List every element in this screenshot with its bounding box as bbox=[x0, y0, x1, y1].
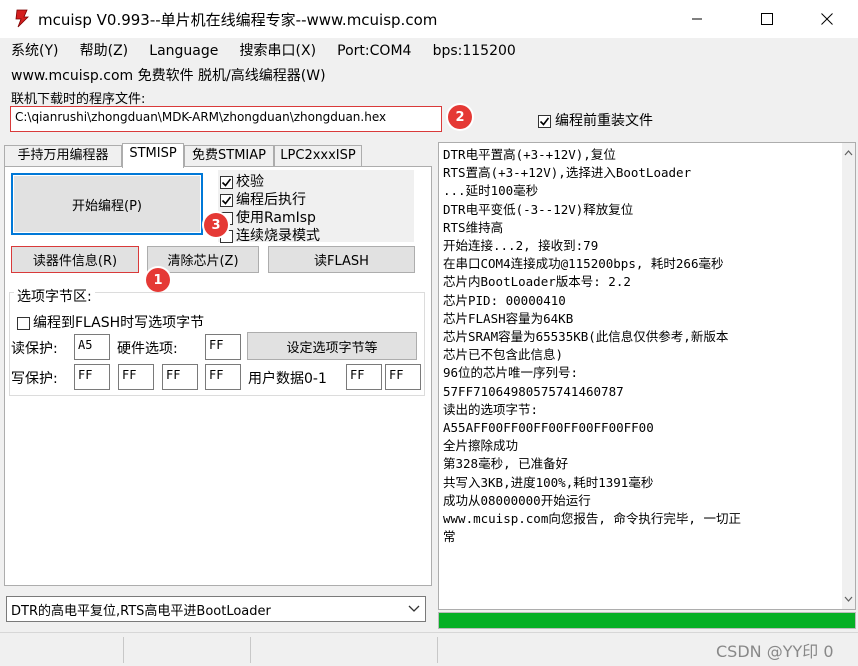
write-protect-field-1[interactable]: FF bbox=[118, 364, 154, 390]
option-run-after-program[interactable]: 编程后执行 bbox=[220, 189, 306, 209]
log-line: ...延时100毫秒 bbox=[443, 183, 539, 199]
status-separator bbox=[250, 637, 251, 663]
log-line: 读出的选项字节: bbox=[443, 401, 539, 417]
reload-checkbox[interactable] bbox=[538, 114, 551, 128]
maximize-button[interactable] bbox=[744, 0, 790, 38]
read-protect-label: 读保护: bbox=[11, 341, 58, 357]
ramisp-label: 使用RamIsp bbox=[236, 210, 316, 226]
reload-before-program-option[interactable]: 编程前重装文件 bbox=[538, 110, 653, 130]
scroll-up-icon[interactable] bbox=[842, 147, 855, 159]
option-continuous-mode[interactable]: 连续烧录模式 bbox=[220, 225, 320, 245]
log-line: RTS维持高 bbox=[443, 219, 504, 235]
log-line: 芯片FLASH容量为64KB bbox=[443, 310, 574, 326]
log-line: A55AFF00FF00FF00FF00FF00FF00 bbox=[443, 420, 654, 436]
log-line: www.mcuisp.com向您报告, 命令执行完毕, 一切正 bbox=[443, 511, 741, 527]
log-line: DTR电平变低(-3--12V)释放复位 bbox=[443, 201, 634, 217]
option-bytes-title: 选项字节区: bbox=[14, 286, 95, 306]
log-line: 芯片已不包含此信息) bbox=[443, 347, 564, 363]
maximize-icon bbox=[761, 13, 773, 25]
status-separator bbox=[437, 637, 438, 663]
read-protect-field[interactable]: A5 bbox=[74, 334, 110, 360]
verify-label: 校验 bbox=[236, 174, 264, 190]
log-line: 成功从08000000开始运行 bbox=[443, 492, 591, 508]
tab-stmisp[interactable]: STMISP bbox=[122, 143, 184, 168]
continuous-label: 连续烧录模式 bbox=[236, 228, 320, 244]
write-option-bytes-label: 编程到FLASH时写选项字节 bbox=[33, 315, 205, 331]
menu-system[interactable]: 系统(Y) bbox=[11, 40, 58, 62]
log-line: 芯片SRAM容量为65535KB(此信息仅供参考,新版本 bbox=[443, 329, 729, 345]
log-line: RTS置高(+3-+12V),选择进入BootLoader bbox=[443, 165, 692, 181]
read-device-info-button[interactable]: 读器件信息(R) bbox=[11, 246, 139, 273]
set-option-bytes-button[interactable]: 设定选项字节等 bbox=[247, 332, 417, 360]
option-use-ramisp[interactable]: 使用RamIsp bbox=[220, 207, 316, 227]
log-line: 芯片PID: 00000410 bbox=[443, 292, 566, 308]
log-line: 常 bbox=[443, 529, 456, 545]
user-data-label: 用户数据0-1 bbox=[248, 371, 327, 387]
log-line: 第328毫秒, 已准备好 bbox=[443, 456, 569, 472]
tab-handheld[interactable]: 手持万用编程器 bbox=[4, 145, 122, 167]
verify-checkbox[interactable] bbox=[220, 175, 233, 189]
start-program-button[interactable]: 开始编程(P) bbox=[11, 173, 203, 235]
menu-port[interactable]: Port:COM4 bbox=[337, 40, 411, 62]
option-verify[interactable]: 校验 bbox=[220, 171, 264, 191]
close-icon bbox=[821, 13, 833, 25]
minimize-button[interactable] bbox=[674, 0, 720, 38]
tab-lpc2xxx-isp[interactable]: LPC2xxxISP bbox=[274, 145, 362, 167]
log-scrollbar[interactable] bbox=[842, 143, 855, 609]
annotation-badge-2: 2 bbox=[448, 105, 472, 129]
progress-bar bbox=[438, 612, 856, 629]
menu-help[interactable]: 帮助(Z) bbox=[80, 40, 129, 62]
menu-language[interactable]: Language bbox=[149, 40, 218, 62]
progress-fill bbox=[439, 613, 855, 628]
hw-option-field[interactable]: FF bbox=[205, 334, 241, 360]
status-separator bbox=[123, 637, 124, 663]
write-protect-field-0[interactable]: FF bbox=[74, 364, 110, 390]
read-flash-button[interactable]: 读FLASH bbox=[268, 246, 415, 273]
mcuisp-app-icon bbox=[13, 8, 31, 28]
run-after-checkbox[interactable] bbox=[220, 193, 233, 207]
file-label: 联机下载时的程序文件: bbox=[11, 92, 146, 107]
log-line: 96位的芯片唯一序列号: bbox=[443, 365, 579, 381]
reset-mode-select[interactable]: DTR的高电平复位,RTS高电平进BootLoader bbox=[6, 596, 426, 622]
log-line: 在串口COM4连接成功@115200bps, 耗时266毫秒 bbox=[443, 256, 724, 272]
log-line: 全片擦除成功 bbox=[443, 438, 519, 454]
log-line: 芯片内BootLoader版本号: 2.2 bbox=[443, 274, 631, 290]
title-bar: mcuisp V0.993--单片机在线编程专家--www.mcuisp.com bbox=[0, 0, 858, 38]
menu-bps[interactable]: bps:115200 bbox=[433, 40, 516, 62]
menu-offline-programmer[interactable]: www.mcuisp.com 免费软件 脱机/高线编程器(W) bbox=[11, 65, 326, 85]
log-line: DTR电平置高(+3-+12V),复位 bbox=[443, 147, 616, 162]
reload-label: 编程前重装文件 bbox=[555, 113, 653, 129]
menu-search-port[interactable]: 搜索串口(X) bbox=[240, 40, 317, 62]
minimize-icon bbox=[692, 18, 702, 20]
write-protect-label: 写保护: bbox=[11, 371, 58, 387]
write-protect-field-3[interactable]: FF bbox=[205, 364, 241, 390]
user-data-field-0[interactable]: FF bbox=[346, 364, 382, 390]
write-protect-field-2[interactable]: FF bbox=[162, 364, 198, 390]
output-log[interactable]: DTR电平置高(+3-+12V),复位 RTS置高(+3-+12V),选择进入B… bbox=[438, 142, 856, 610]
scroll-down-icon[interactable] bbox=[842, 593, 855, 605]
annotation-badge-1: 1 bbox=[146, 268, 170, 292]
file-path-field[interactable]: C:\qianrushi\zhongduan\MDK-ARM\zhongduan… bbox=[10, 106, 442, 132]
log-line: 共写入3KB,进度100%,耗时1391毫秒 bbox=[443, 474, 654, 490]
user-data-field-1[interactable]: FF bbox=[385, 364, 421, 390]
reset-mode-value: DTR的高电平复位,RTS高电平进BootLoader bbox=[11, 604, 271, 619]
hw-option-label: 硬件选项: bbox=[117, 341, 178, 357]
log-line: 57FF71064980575741460787 bbox=[443, 383, 624, 399]
log-line: 开始连接...2, 接收到:79 bbox=[443, 238, 599, 254]
write-option-bytes-checkbox[interactable] bbox=[17, 316, 30, 330]
window-title: mcuisp V0.993--单片机在线编程专家--www.mcuisp.com bbox=[38, 11, 438, 29]
tab-free-stmiap[interactable]: 免费STMIAP bbox=[184, 145, 274, 167]
run-after-label: 编程后执行 bbox=[236, 192, 306, 208]
write-option-bytes-option[interactable]: 编程到FLASH时写选项字节 bbox=[17, 312, 204, 332]
chevron-down-icon[interactable] bbox=[404, 598, 424, 620]
close-button[interactable] bbox=[804, 0, 850, 38]
menu-bar: 系统(Y) 帮助(Z) Language 搜索串口(X) Port:COM4 b… bbox=[0, 40, 522, 62]
watermark: CSDN @YY印 0 bbox=[716, 642, 834, 661]
annotation-badge-3: 3 bbox=[204, 213, 228, 237]
